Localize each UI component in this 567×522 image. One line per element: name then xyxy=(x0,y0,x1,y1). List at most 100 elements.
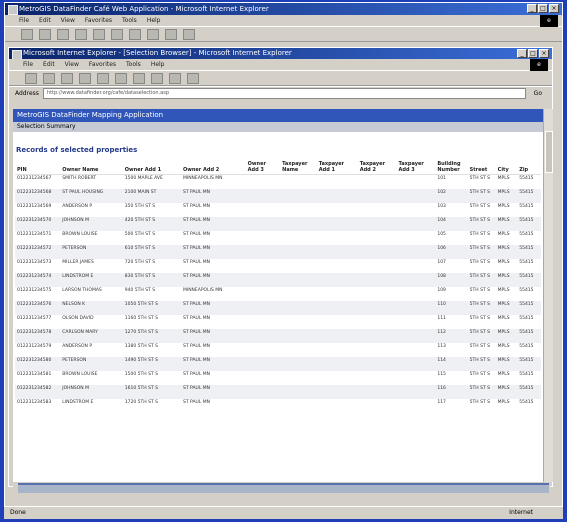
search-icon[interactable] xyxy=(111,28,123,40)
table-row[interactable]: 012231234577 OLSON DAVID 1160 5TH ST S ST P… xyxy=(15,315,541,329)
search-icon[interactable] xyxy=(115,72,127,84)
outer-menu-view[interactable]: View xyxy=(61,15,75,26)
table-cell: 107 xyxy=(437,260,446,265)
table-cell: 5TH ST S xyxy=(469,288,490,293)
inner-minimize-button[interactable]: _ xyxy=(517,49,527,58)
table-row[interactable]: 012231234567 SMITH ROBERT 1500 MAPLE AVE MI… xyxy=(15,175,541,190)
table-cell: 012231234582 xyxy=(15,385,61,399)
stop-icon[interactable] xyxy=(61,72,73,84)
column-header[interactable]: City xyxy=(495,158,518,175)
table-row[interactable]: 012231234581 BROWN LOUISE 1500 5TH ST S ST … xyxy=(15,371,541,385)
table-row[interactable]: 012231234576 NELSON K 1050 5TH ST S ST PAUL… xyxy=(15,301,541,315)
outer-menu-help[interactable]: Help xyxy=(147,15,161,26)
table-cell: 012231234570 xyxy=(15,217,61,231)
column-header[interactable]: Owner Add 1 xyxy=(122,158,181,175)
inner-menu-view[interactable]: View xyxy=(65,59,79,70)
table-row[interactable]: 012231234582 JOHNSON M 1610 5TH ST S ST PAU… xyxy=(15,385,541,399)
table-row[interactable]: 012231234574 LINDSTROM E 830 5TH ST S ST PA… xyxy=(15,273,541,287)
go-button[interactable]: Go xyxy=(530,90,546,97)
stop-icon[interactable] xyxy=(57,28,69,40)
outer-title-bar: MetroGIS DataFinder Café Web Application… xyxy=(5,3,562,15)
table-row[interactable]: 012231234568 ST PAUL HOUSING 2100 MAIN ST S… xyxy=(15,189,541,203)
table-row[interactable]: 012231234569 ANDERSON P 350 5TH ST S ST PAU… xyxy=(15,203,541,217)
refresh-icon[interactable] xyxy=(79,72,91,84)
minimize-button[interactable]: _ xyxy=(527,4,537,13)
status-text: Done xyxy=(10,509,26,516)
print-icon[interactable] xyxy=(183,28,195,40)
table-cell xyxy=(246,399,280,413)
favorites-icon[interactable] xyxy=(133,72,145,84)
inner-menu-file[interactable]: File xyxy=(23,59,33,70)
mail-icon[interactable] xyxy=(165,28,177,40)
table-row[interactable]: 012231234580 PETERSON 1490 5TH ST S ST PAUL… xyxy=(15,357,541,371)
outer-menu-file[interactable]: File xyxy=(19,15,29,26)
table-row[interactable]: 012231234572 PETERSON 610 5TH ST S ST PAUL … xyxy=(15,245,541,259)
forward-icon[interactable] xyxy=(39,28,51,40)
inner-menu-favorites[interactable]: Favorites xyxy=(89,59,116,70)
home-icon[interactable] xyxy=(93,28,105,40)
table-row[interactable]: 012231234571 BROWN LOUISE 500 5TH ST S ST P… xyxy=(15,231,541,245)
outer-menu-favorites[interactable]: Favorites xyxy=(85,15,112,26)
history-icon[interactable] xyxy=(151,72,163,84)
inner-menu-tools[interactable]: Tools xyxy=(126,59,141,70)
table-cell xyxy=(396,217,436,231)
outer-menu-tools[interactable]: Tools xyxy=(122,15,137,26)
table-row[interactable]: 012231234578 CARLSON MARY 1270 5TH ST S ST … xyxy=(15,329,541,343)
table-cell: 55415 xyxy=(519,400,534,405)
favorites-icon[interactable] xyxy=(129,28,141,40)
maximize-button[interactable]: □ xyxy=(538,4,548,13)
table-cell xyxy=(396,189,436,203)
vertical-scrollbar[interactable] xyxy=(543,109,553,482)
table-cell xyxy=(316,301,358,315)
inner-menu-help[interactable]: Help xyxy=(151,59,165,70)
table-cell: 112 xyxy=(435,329,468,343)
table-row[interactable]: 012231234583 LINDSTROM E 1720 5TH ST S ST P… xyxy=(15,399,541,413)
refresh-icon[interactable] xyxy=(75,28,87,40)
table-row[interactable]: 012231234570 JOHNSON M 420 5TH ST S ST PAUL… xyxy=(15,217,541,231)
table-cell xyxy=(357,357,397,371)
table-cell: ST PAUL MN xyxy=(180,245,246,259)
table-cell: 55415 xyxy=(517,301,541,315)
table-cell: ST PAUL MN xyxy=(182,372,211,377)
column-header[interactable]: PIN xyxy=(15,158,61,175)
back-icon[interactable] xyxy=(21,28,33,40)
inner-menu-edit[interactable]: Edit xyxy=(43,59,55,70)
forward-icon[interactable] xyxy=(43,72,55,84)
table-cell: ST PAUL MN xyxy=(182,316,211,321)
table-cell xyxy=(358,343,397,357)
address-input[interactable]: http://www.datafinder.org/cafe/dataselec… xyxy=(42,88,526,99)
inner-window-bottom-strip xyxy=(18,483,549,493)
home-icon[interactable] xyxy=(97,72,109,84)
table-cell xyxy=(317,287,358,301)
back-icon[interactable] xyxy=(25,72,37,84)
mail-icon[interactable] xyxy=(169,72,181,84)
column-header[interactable]: Owner Name xyxy=(60,158,123,175)
table-cell: 012231234576 xyxy=(15,301,61,315)
column-header[interactable]: Taxpayer Add 3 xyxy=(396,158,436,175)
table-row[interactable]: 012231234573 MILLER JAMES 720 5TH ST S ST P… xyxy=(15,259,541,273)
inner-window-title: Microsoft Internet Explorer - [Selection… xyxy=(23,49,292,57)
table-cell: CARLSON MARY xyxy=(60,329,123,343)
column-header[interactable]: Taxpayer Add 2 xyxy=(357,158,397,175)
table-cell xyxy=(280,175,317,190)
table-cell xyxy=(245,189,281,203)
print-icon[interactable] xyxy=(187,72,199,84)
column-header[interactable]: Owner Add 3 xyxy=(245,158,281,175)
inner-maximize-button[interactable]: □ xyxy=(528,49,538,58)
table-cell: 350 5TH ST S xyxy=(124,204,156,209)
column-header[interactable]: Taxpayer Name xyxy=(280,158,317,175)
inner-close-button[interactable]: × xyxy=(539,49,549,58)
column-header[interactable]: Street xyxy=(467,158,496,175)
column-header[interactable]: Zip xyxy=(517,158,541,175)
table-cell: 108 xyxy=(435,273,468,287)
history-icon[interactable] xyxy=(147,28,159,40)
outer-menu-edit[interactable]: Edit xyxy=(39,15,51,26)
table-row[interactable]: 012231234579 ANDERSON P 1380 5TH ST S ST PA… xyxy=(15,343,541,357)
column-header[interactable]: Taxpayer Add 1 xyxy=(316,158,358,175)
table-cell: MPLS xyxy=(495,189,518,203)
close-button[interactable]: × xyxy=(549,4,559,13)
table-row[interactable]: 012231234575 LARSON THOMAS 940 5TH ST S MIN… xyxy=(15,287,541,301)
scroll-thumb[interactable] xyxy=(545,131,553,173)
column-header[interactable]: Owner Add 2 xyxy=(180,158,246,175)
column-header[interactable]: Building Number xyxy=(435,158,468,175)
